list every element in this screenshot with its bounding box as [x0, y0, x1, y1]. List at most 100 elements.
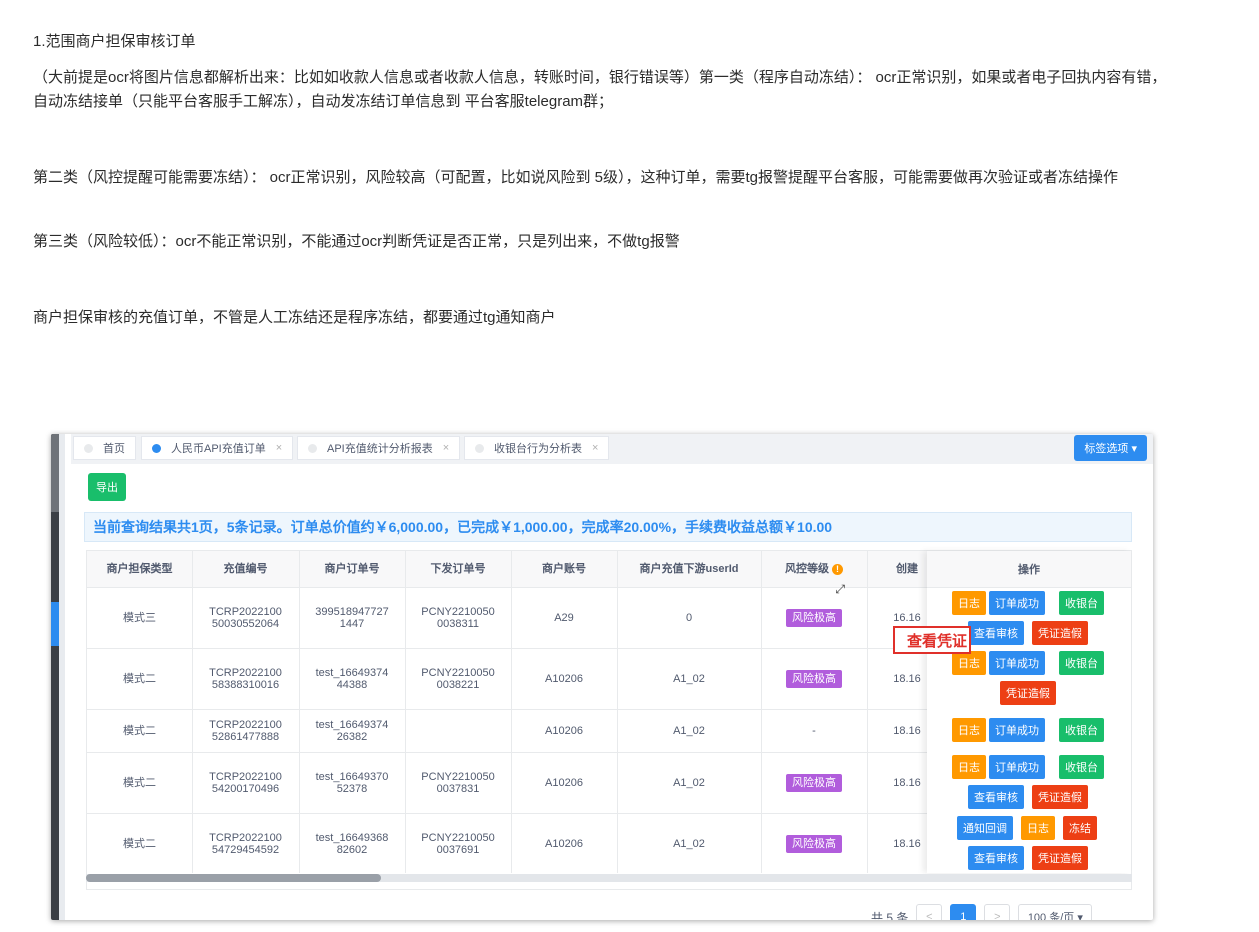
column-header: 商户账号: [542, 563, 586, 575]
cell-recharge-no: TCRP2022100 58388310016: [209, 666, 282, 691]
tab-status-dot: [84, 443, 93, 453]
cell-payout-order: PCNY2210050 0037691: [421, 831, 495, 856]
tab-label: 人民币API充值订单: [171, 443, 266, 455]
page-1-button[interactable]: 1: [950, 904, 977, 920]
info-icon[interactable]: !: [832, 563, 843, 575]
cell-user-id: A1_02: [673, 776, 705, 789]
order-success-button[interactable]: 订单成功: [989, 651, 1045, 675]
close-icon[interactable]: ×: [276, 442, 282, 454]
column-header-ops: 操作: [927, 551, 1131, 588]
paragraph-notify: 商户担保审核的充值订单，不管是人工冻结还是程序冻结，都要通过tg通知商户: [33, 309, 556, 326]
cell-recharge-no: TCRP2022100 54729454592: [209, 831, 282, 856]
fake-voucher-button[interactable]: 凭证造假: [1032, 785, 1088, 809]
paragraph-category-2: 第二类（风控提醒可能需要冻结）： ocr正常识别，风险较高（可配置，比如说风险到…: [33, 169, 1119, 186]
cell-risk: 风险极高 ⤢: [761, 583, 867, 648]
next-page-button[interactable]: >: [984, 904, 1011, 920]
order-success-button[interactable]: 订单成功: [989, 591, 1045, 615]
tab-label: 收银台行为分析表: [494, 443, 582, 455]
paragraph-category-3: 第三类（风险较低）：ocr不能正常识别，不能通过ocr判断凭证是否正常，只是列出…: [33, 233, 680, 250]
cell-user-id: 0: [685, 611, 693, 624]
table-horizontal-scrollbar[interactable]: [86, 874, 1132, 882]
pagination: 共 5 条 < 1 > 100 条/页 ▾: [871, 904, 1093, 921]
side-nav: [51, 434, 59, 920]
tab-label: API充值统计分析报表: [327, 443, 433, 455]
tab-rmb-api-recharge-orders[interactable]: 人民币API充值订单 ×: [141, 436, 294, 460]
query-summary: 当前查询结果共1页，5条记录。订单总价值约￥6,000.00，已完成￥1,000…: [84, 512, 1132, 542]
column-header: 商户充值下游userId: [639, 563, 739, 575]
cell-recharge-no: TCRP2022100 50030552064: [209, 605, 282, 630]
view-review-button[interactable]: 查看审核: [968, 621, 1024, 645]
export-button[interactable]: 导出: [88, 473, 126, 501]
notify-callback-button[interactable]: 通知回调: [957, 816, 1013, 840]
cell-merchant-order: test_16649374 44388: [315, 666, 389, 691]
cell-merchant-order: test_16649374 26382: [315, 718, 389, 743]
cell-risk: 风险极高: [761, 813, 867, 874]
tab-home[interactable]: 首页: [73, 436, 136, 460]
risk-badge: 风险极高: [786, 669, 842, 688]
risk-header-label: 风控等级: [785, 563, 829, 575]
cell-merchant-order: test_16649368 82602: [315, 831, 389, 856]
paragraph-premise: （大前提是ocr将图片信息都解析出来：比如如收款人信息或者收款人信息，转账时间，…: [33, 69, 1167, 110]
cashier-button[interactable]: 收银台: [1059, 651, 1104, 675]
cell-type: 模式二: [123, 837, 156, 850]
cashier-button[interactable]: 收银台: [1059, 591, 1104, 615]
log-button[interactable]: 日志: [952, 591, 986, 615]
freeze-button[interactable]: 冻结: [1063, 816, 1097, 840]
cell-type: 模式三: [123, 611, 156, 624]
cell-payout-order: PCNY2210050 0037831: [421, 770, 495, 795]
cell-account: A10206: [545, 837, 583, 850]
view-review-button[interactable]: 查看审核: [968, 846, 1024, 870]
cell-user-id: A1_02: [673, 837, 705, 850]
log-button[interactable]: 日志: [952, 651, 986, 675]
fake-voucher-button[interactable]: 凭证造假: [1032, 846, 1088, 870]
column-header-risk: 风控等级 !: [761, 551, 867, 587]
total-count: 共 5 条: [871, 910, 909, 921]
cell-risk: 风险极高: [761, 648, 867, 709]
cell-type: 模式二: [123, 776, 156, 789]
tab-status-dot: [308, 443, 317, 453]
close-icon[interactable]: ×: [592, 442, 598, 454]
cell-account: A29: [554, 611, 574, 624]
order-success-button[interactable]: 订单成功: [989, 755, 1045, 779]
log-button[interactable]: 日志: [952, 755, 986, 779]
close-icon[interactable]: ×: [443, 442, 449, 454]
cell-account: A10206: [545, 776, 583, 789]
view-voucher-callout: 查看凭证: [893, 626, 971, 654]
log-button[interactable]: 日志: [952, 718, 986, 742]
tab-label: 首页: [103, 443, 125, 455]
scrollbar-thumb[interactable]: [86, 874, 381, 882]
cashier-button[interactable]: 收银台: [1059, 718, 1104, 742]
cell-payout-order: PCNY2210050 0038311: [421, 605, 495, 630]
voucher-image-icon[interactable]: ⤢: [835, 583, 845, 595]
operations-column: 操作 日志 订单成功 收银台 查看审核 凭证造假 日志 订单成功 收银台 凭证造…: [927, 551, 1131, 873]
column-header: 商户订单号: [324, 563, 380, 575]
embedded-screenshot: 首页 人民币API充值订单 × API充值统计分析报表 × 收银台行为分析表 ×…: [51, 434, 1153, 920]
tab-bar: 首页 人民币API充值订单 × API充值统计分析报表 × 收银台行为分析表 ×…: [71, 434, 1153, 464]
cell-merchant-order: 399518947727 1447: [315, 605, 389, 630]
tab-status-dot: [475, 443, 484, 453]
side-nav-scrollbar[interactable]: [59, 434, 65, 920]
column-header: 商户担保类型: [106, 563, 173, 575]
order-success-button[interactable]: 订单成功: [989, 718, 1045, 742]
cashier-button[interactable]: 收银台: [1059, 755, 1104, 779]
view-review-button[interactable]: 查看审核: [968, 785, 1024, 809]
cell-merchant-order: test_16649370 52378: [315, 770, 389, 795]
cell-risk: 风险极高: [761, 752, 867, 813]
prev-page-button[interactable]: <: [916, 904, 943, 920]
tab-cashier-behavior[interactable]: 收银台行为分析表 ×: [464, 436, 610, 460]
cell-user-id: A1_02: [673, 724, 705, 737]
fake-voucher-button[interactable]: 凭证造假: [1032, 621, 1088, 645]
page-size-select[interactable]: 100 条/页 ▾: [1018, 904, 1093, 920]
cell-type: 模式二: [123, 724, 156, 737]
tab-options-button[interactable]: 标签选项 ▾: [1074, 435, 1147, 461]
tab-api-recharge-report[interactable]: API充值统计分析报表 ×: [297, 436, 461, 460]
cell-recharge-no: TCRP2022100 52861477888: [209, 718, 282, 743]
tab-status-dot: [152, 443, 161, 453]
cell-type: 模式二: [123, 672, 156, 685]
cell-payout-order: PCNY2210050 0038221: [421, 666, 495, 691]
risk-badge: 风险极高: [786, 773, 842, 792]
cell-account: A10206: [545, 724, 583, 737]
fake-voucher-button[interactable]: 凭证造假: [1000, 681, 1056, 705]
column-header: 充值编号: [223, 563, 268, 575]
log-button[interactable]: 日志: [1021, 816, 1055, 840]
